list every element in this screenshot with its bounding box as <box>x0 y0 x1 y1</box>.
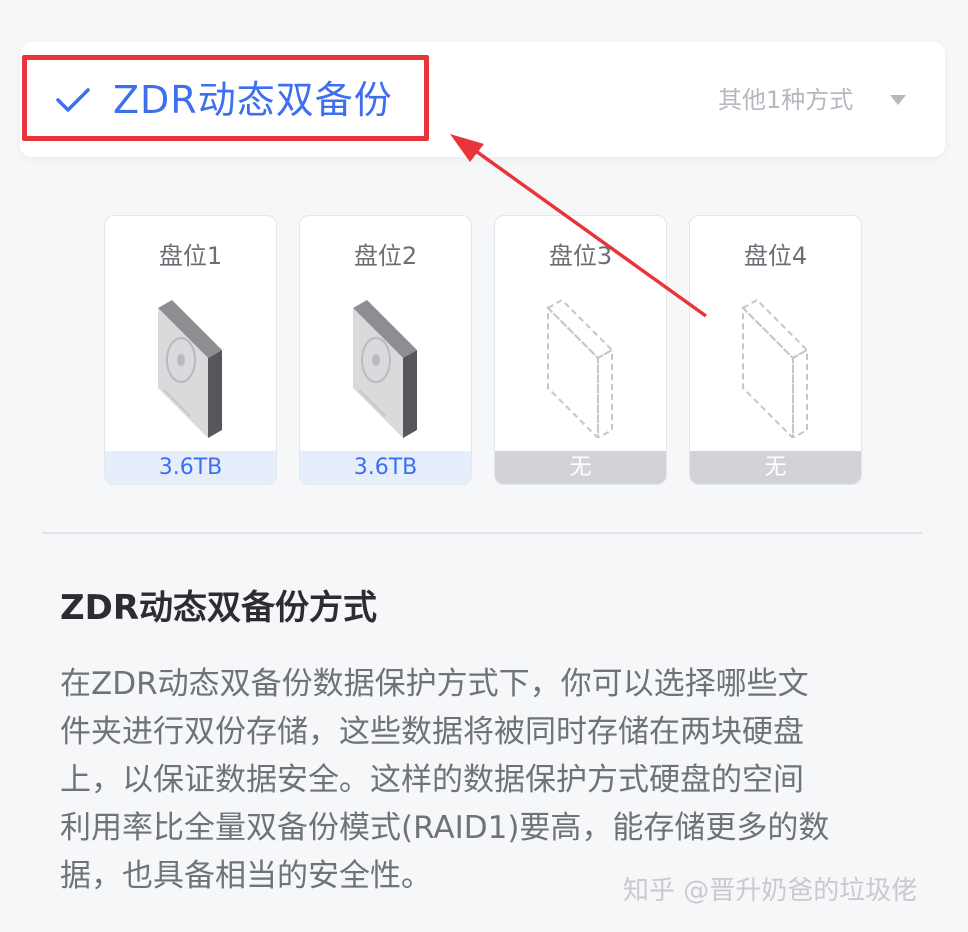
description-line: 件夹进行双份存储，这些数据将被同时存储在两块硬盘 <box>60 714 804 750</box>
empty-disk-outline-icon <box>741 298 809 438</box>
slot-capacity: 无 <box>495 451 666 484</box>
description-line: 在ZDR动态双备份数据保护方式下，你可以选择哪些文 <box>60 666 809 702</box>
description-line: 利用率比全量双备份模式(RAID1)要高，能存储更多的数 <box>60 810 830 846</box>
slot-label: 盘位1 <box>158 242 223 270</box>
description-line: 上，以保证数据安全。这样的数据保护方式硬盘的空间 <box>60 762 804 798</box>
annotation-arrow-icon <box>450 134 708 318</box>
section-title: ZDR动态双备份方式 <box>60 588 378 628</box>
hard-disk-icon <box>158 300 222 438</box>
section-divider <box>42 532 922 534</box>
slot-capacity: 无 <box>690 451 861 484</box>
slot-capacity: 3.6TB <box>105 451 276 484</box>
hard-disk-icon <box>353 300 417 438</box>
annotation-highlight-box <box>22 55 429 141</box>
slot-capacity: 3.6TB <box>300 451 471 484</box>
triangle-down-icon[interactable] <box>888 93 908 107</box>
storage-mode-page: ZDR动态双备份 其他1种方式 盘位1 3.6TB 盘位2 3.6TB 盘位3 … <box>0 0 968 932</box>
disk-slot-1[interactable]: 盘位1 3.6TB <box>104 215 277 485</box>
watermark: 知乎 @晋升奶爸的垃圾佬 <box>623 876 918 906</box>
mode-description: 在ZDR动态双备份数据保护方式下，你可以选择哪些文 件夹进行双份存储，这些数据将… <box>60 660 900 900</box>
other-modes-dropdown[interactable]: 其他1种方式 <box>718 84 853 116</box>
